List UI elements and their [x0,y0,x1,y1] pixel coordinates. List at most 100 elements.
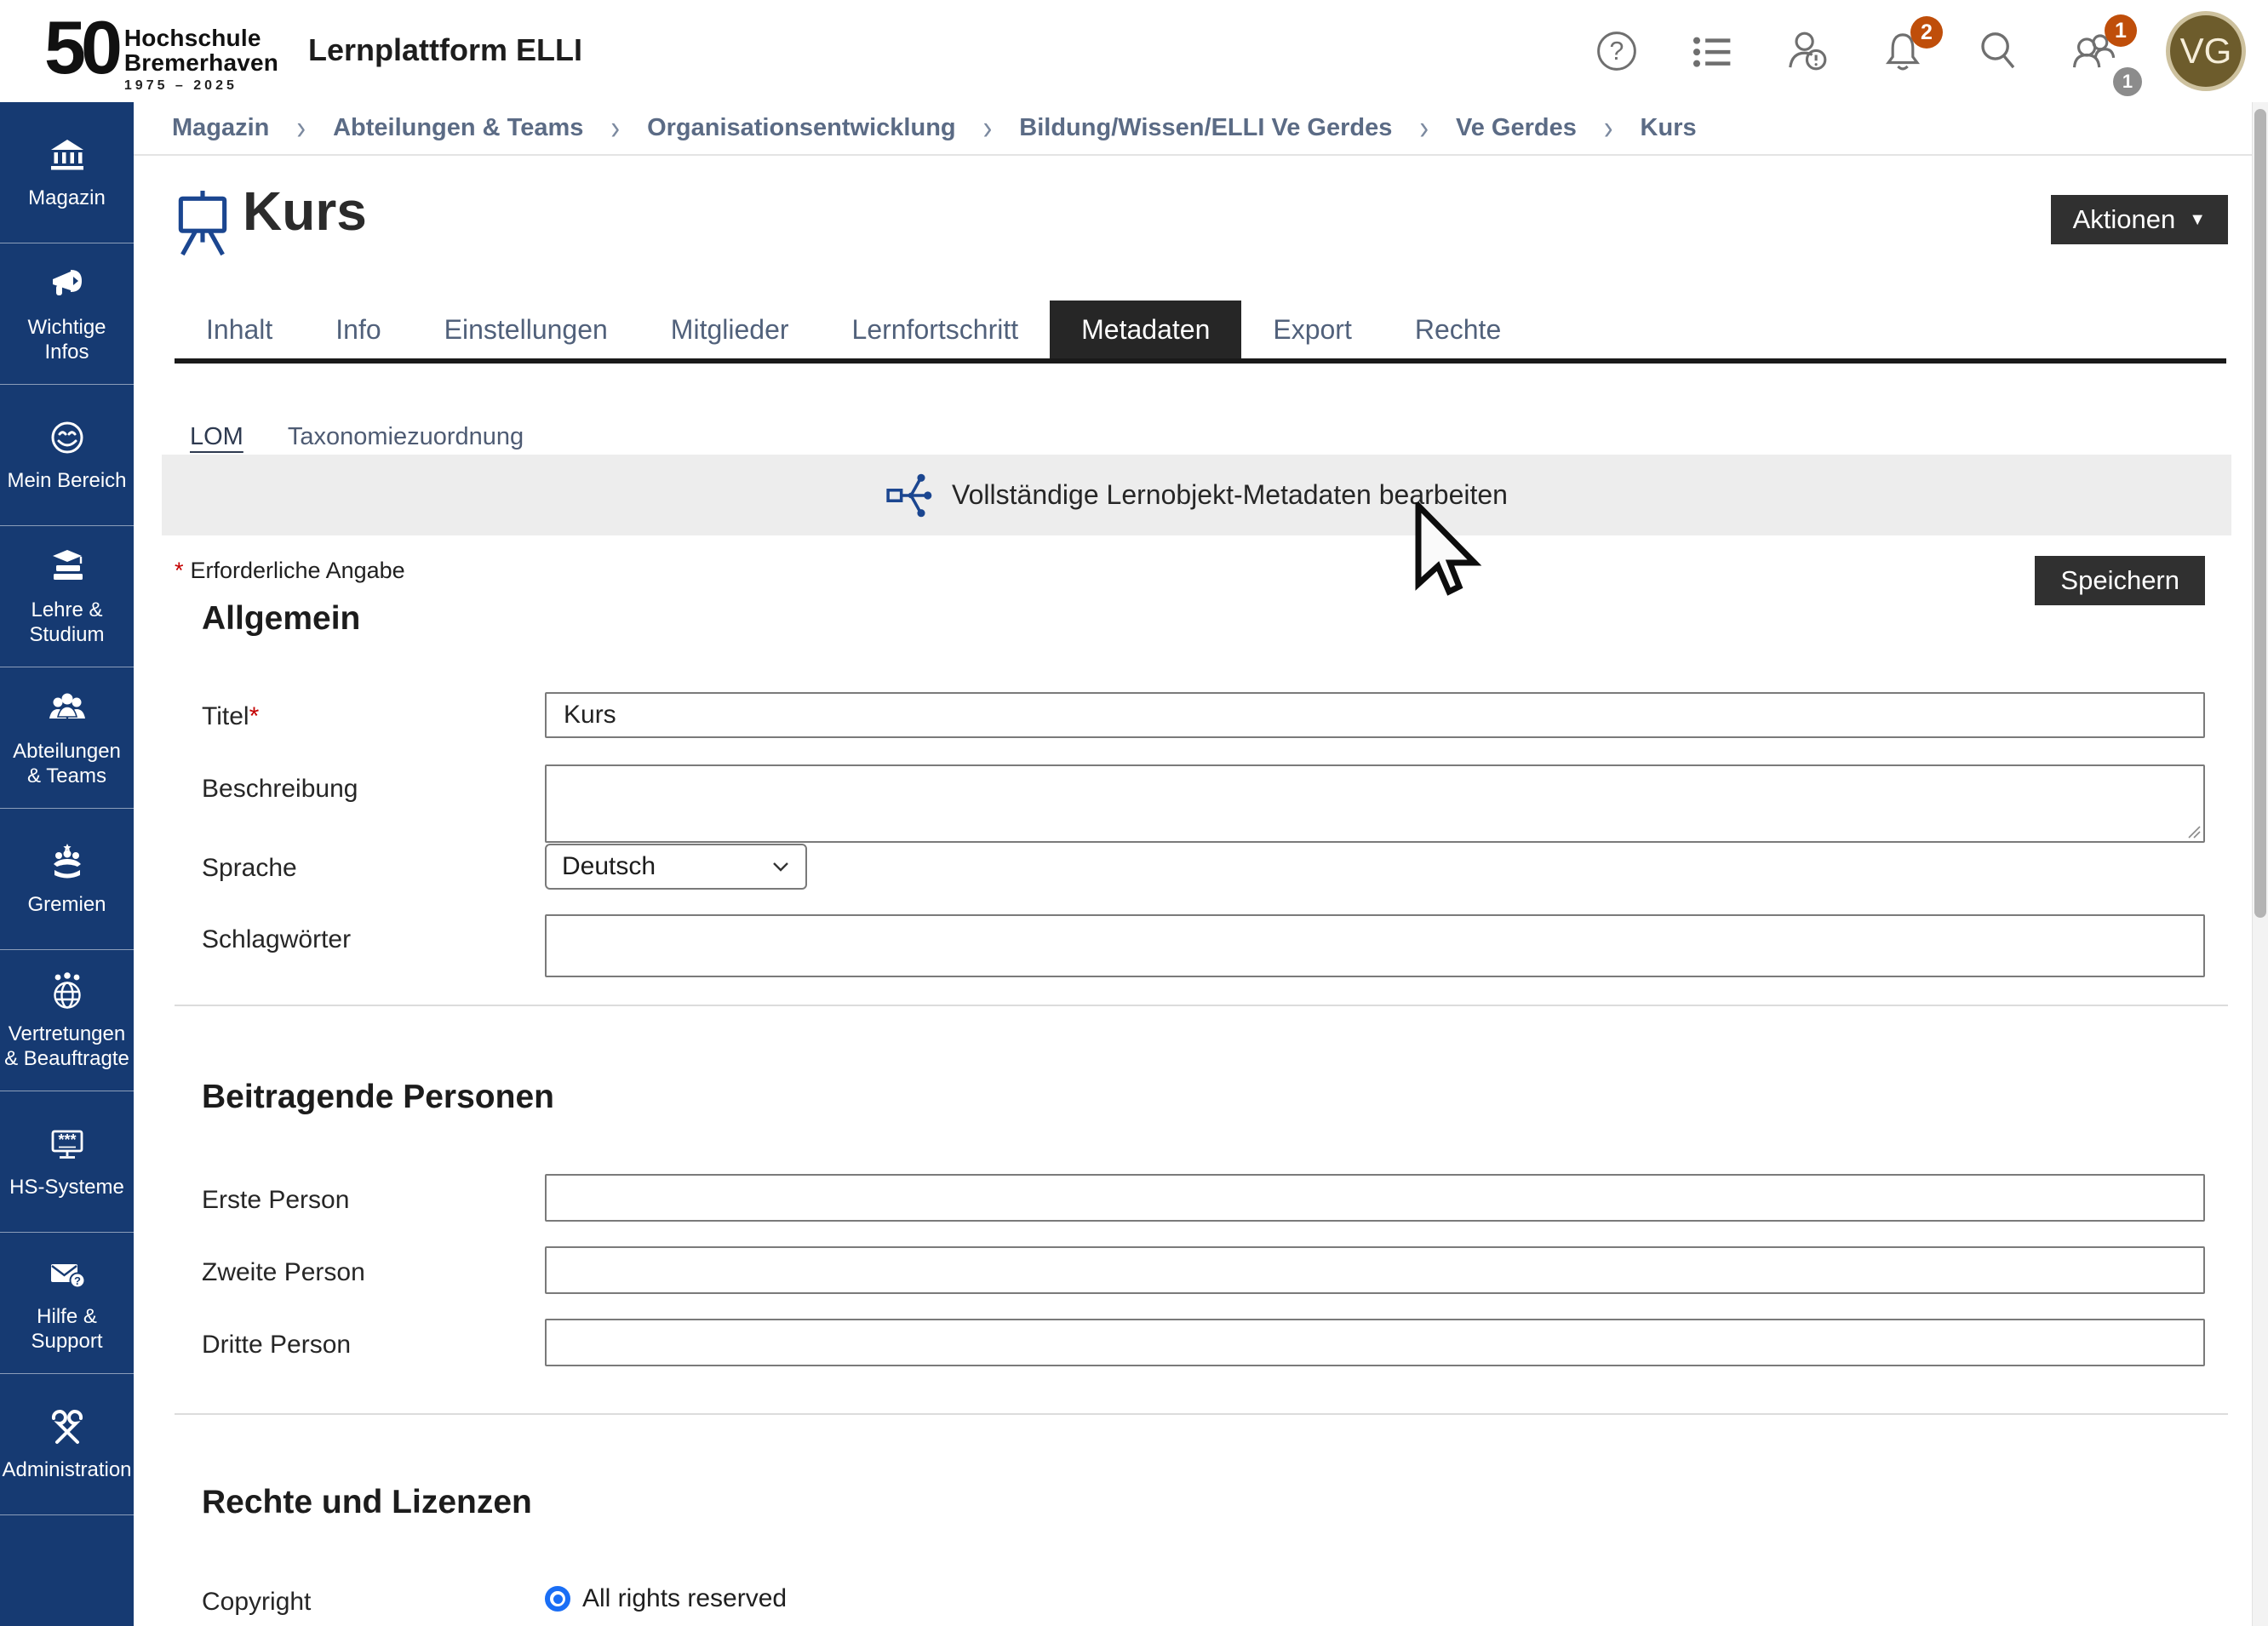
svg-text:?: ? [74,1274,81,1287]
breadcrumb-item[interactable]: Abteilungen & Teams [333,114,583,142]
sidebar-item-hilfe-support[interactable]: ? Hilfe & Support [0,1233,134,1374]
section-heading-beitragende: Beitragende Personen [202,1079,554,1116]
scrollbar-thumb[interactable] [2254,109,2266,918]
required-note: *Erforderliche Angabe [175,558,405,584]
actions-button[interactable]: Aktionen ▼ [2051,195,2228,244]
sidebar-item-mein-bereich[interactable]: Mein Bereich [0,385,134,526]
breadcrumb-item[interactable]: Bildung/Wissen/ELLI Ve Gerdes [1019,114,1392,142]
breadcrumb-separator: › [610,108,620,147]
dritte-person-label: Dritte Person [202,1331,351,1360]
search-icon[interactable] [1975,28,2021,74]
logo-50-badge: 50 [44,7,117,89]
svg-text:?: ? [1610,37,1624,66]
mail-help-icon: ? [47,1253,88,1294]
logo-line2: Bremerhaven [124,50,278,75]
books-icon [47,547,88,587]
zweite-person-input[interactable] [545,1246,2205,1294]
sidebar-item-gremien[interactable]: Gremien [0,809,134,950]
sidebar-item-abteilungen-teams[interactable]: Abteilungen & Teams [0,667,134,809]
main-content: Kurs Aktionen ▼ Inhalt Info Einstellunge… [134,157,2252,1626]
smiley-icon [47,417,88,458]
sprache-select[interactable]: Deutsch [545,844,807,890]
vertical-scrollbar[interactable] [2252,102,2268,1626]
save-button[interactable]: Speichern [2035,556,2205,605]
edit-full-metadata-banner[interactable]: Vollständige Lernobjekt-Metadaten bearbe… [162,455,2231,535]
sidebar-item-vertretungen[interactable]: Vertretungen & Beauftragte [0,950,134,1091]
svg-text:***: *** [58,1131,76,1148]
sidebar-item-wichtige-infos[interactable]: Wichtige Infos [0,243,134,385]
monitor-icon: *** [47,1124,88,1165]
logo-line1: Hochschule [124,26,278,50]
breadcrumb-separator: › [296,108,306,147]
tab-info[interactable]: Info [304,301,412,358]
contacts-icon[interactable]: 1 1 [2070,28,2116,74]
banner-label: Vollständige Lernobjekt-Metadaten bearbe… [952,479,1508,511]
bank-icon [47,135,88,175]
resize-grip-icon[interactable] [2185,823,2201,839]
todo-list-icon[interactable] [1689,28,1735,74]
tab-bar: Inhalt Info Einstellungen Mitglieder Ler… [175,301,2226,358]
dritte-person-input[interactable] [545,1319,2205,1366]
sidebar-item-magazin[interactable]: Magazin [0,102,134,243]
tools-icon [47,1406,88,1447]
help-icon[interactable]: ? [1594,28,1640,74]
subtab-lom[interactable]: LOM [190,423,243,451]
tab-einstellungen[interactable]: Einstellungen [413,301,639,358]
copyright-radio-row: All rights reserved [545,1584,787,1613]
sidebar-item-hs-systeme[interactable]: *** HS-Systeme [0,1091,134,1233]
schlagwoerter-input[interactable] [545,914,2205,977]
tab-export[interactable]: Export [1241,301,1383,358]
main-sidebar: Magazin Wichtige Infos Mein Bereich [0,102,134,1626]
chevron-down-icon: ▼ [2189,210,2206,230]
breadcrumb-item[interactable]: Magazin [172,114,269,142]
app-title: Lernplattform ELLI [308,32,582,68]
titel-label: Titel* [202,702,259,731]
sidebar-item-lehre-studium[interactable]: Lehre & Studium [0,526,134,667]
section-heading-allgemein: Allgemein [202,600,360,638]
zweite-person-label: Zweite Person [202,1258,365,1287]
globe-people-icon [47,970,88,1011]
subtab-bar: LOM Taxonomiezuordnung [190,423,524,451]
breadcrumb-separator: › [1419,108,1429,147]
tab-inhalt[interactable]: Inhalt [175,301,304,358]
section-heading-rechte: Rechte und Lizenzen [202,1484,532,1521]
titel-required-asterisk: * [249,702,260,730]
hochschule-bremerhaven-logo[interactable]: 50 Hochschule Bremerhaven 1975 – 2025 [44,7,278,94]
metadata-tree-icon [885,472,933,519]
breadcrumb-item[interactable]: Organisationsentwicklung [647,114,956,142]
topbar-icon-row: ? [1594,10,2246,92]
logo-years: 1975 – 2025 [124,78,278,94]
top-bar: 50 Hochschule Bremerhaven 1975 – 2025 Le… [0,0,2268,102]
contacts-badge-bottom: 1 [2113,67,2142,96]
megaphone-icon [47,264,88,305]
copyright-option-label: All rights reserved [582,1584,787,1613]
sprache-label: Sprache [202,854,297,883]
beschreibung-textarea[interactable] [545,764,2205,843]
breadcrumb-item[interactable]: Kurs [1641,114,1697,142]
page-title: Kurs [243,180,367,243]
breadcrumb-bar: Magazin › Abteilungen & Teams › Organisa… [134,102,2268,156]
copyright-radio[interactable] [545,1586,570,1612]
tab-rechte[interactable]: Rechte [1383,301,1532,358]
section-divider [175,1413,2228,1415]
tab-mitglieder[interactable]: Mitglieder [639,301,821,358]
bell-badge: 2 [1910,16,1943,49]
bell-icon[interactable]: 2 [1880,28,1926,74]
section-divider [175,1005,2228,1006]
avatar[interactable]: VG [2166,11,2246,91]
beschreibung-label: Beschreibung [202,775,358,804]
sidebar-item-administration[interactable]: Administration [0,1374,134,1515]
tab-lernfortschritt[interactable]: Lernfortschritt [821,301,1051,358]
erste-person-input[interactable] [545,1174,2205,1222]
elli-platform-window: 50 Hochschule Bremerhaven 1975 – 2025 Le… [0,0,2268,1626]
titel-input[interactable] [545,692,2205,738]
breadcrumb: Magazin › Abteilungen & Teams › Organisa… [172,112,1697,144]
committee-icon [47,841,88,882]
breadcrumb-item[interactable]: Ve Gerdes [1456,114,1577,142]
subtab-taxonomiezuordnung[interactable]: Taxonomiezuordnung [288,423,524,451]
team-icon [47,688,88,729]
user-alert-icon[interactable] [1784,28,1830,74]
copyright-label: Copyright [202,1588,311,1617]
tab-metadaten[interactable]: Metadaten [1050,301,1241,358]
course-easel-icon [175,190,231,256]
